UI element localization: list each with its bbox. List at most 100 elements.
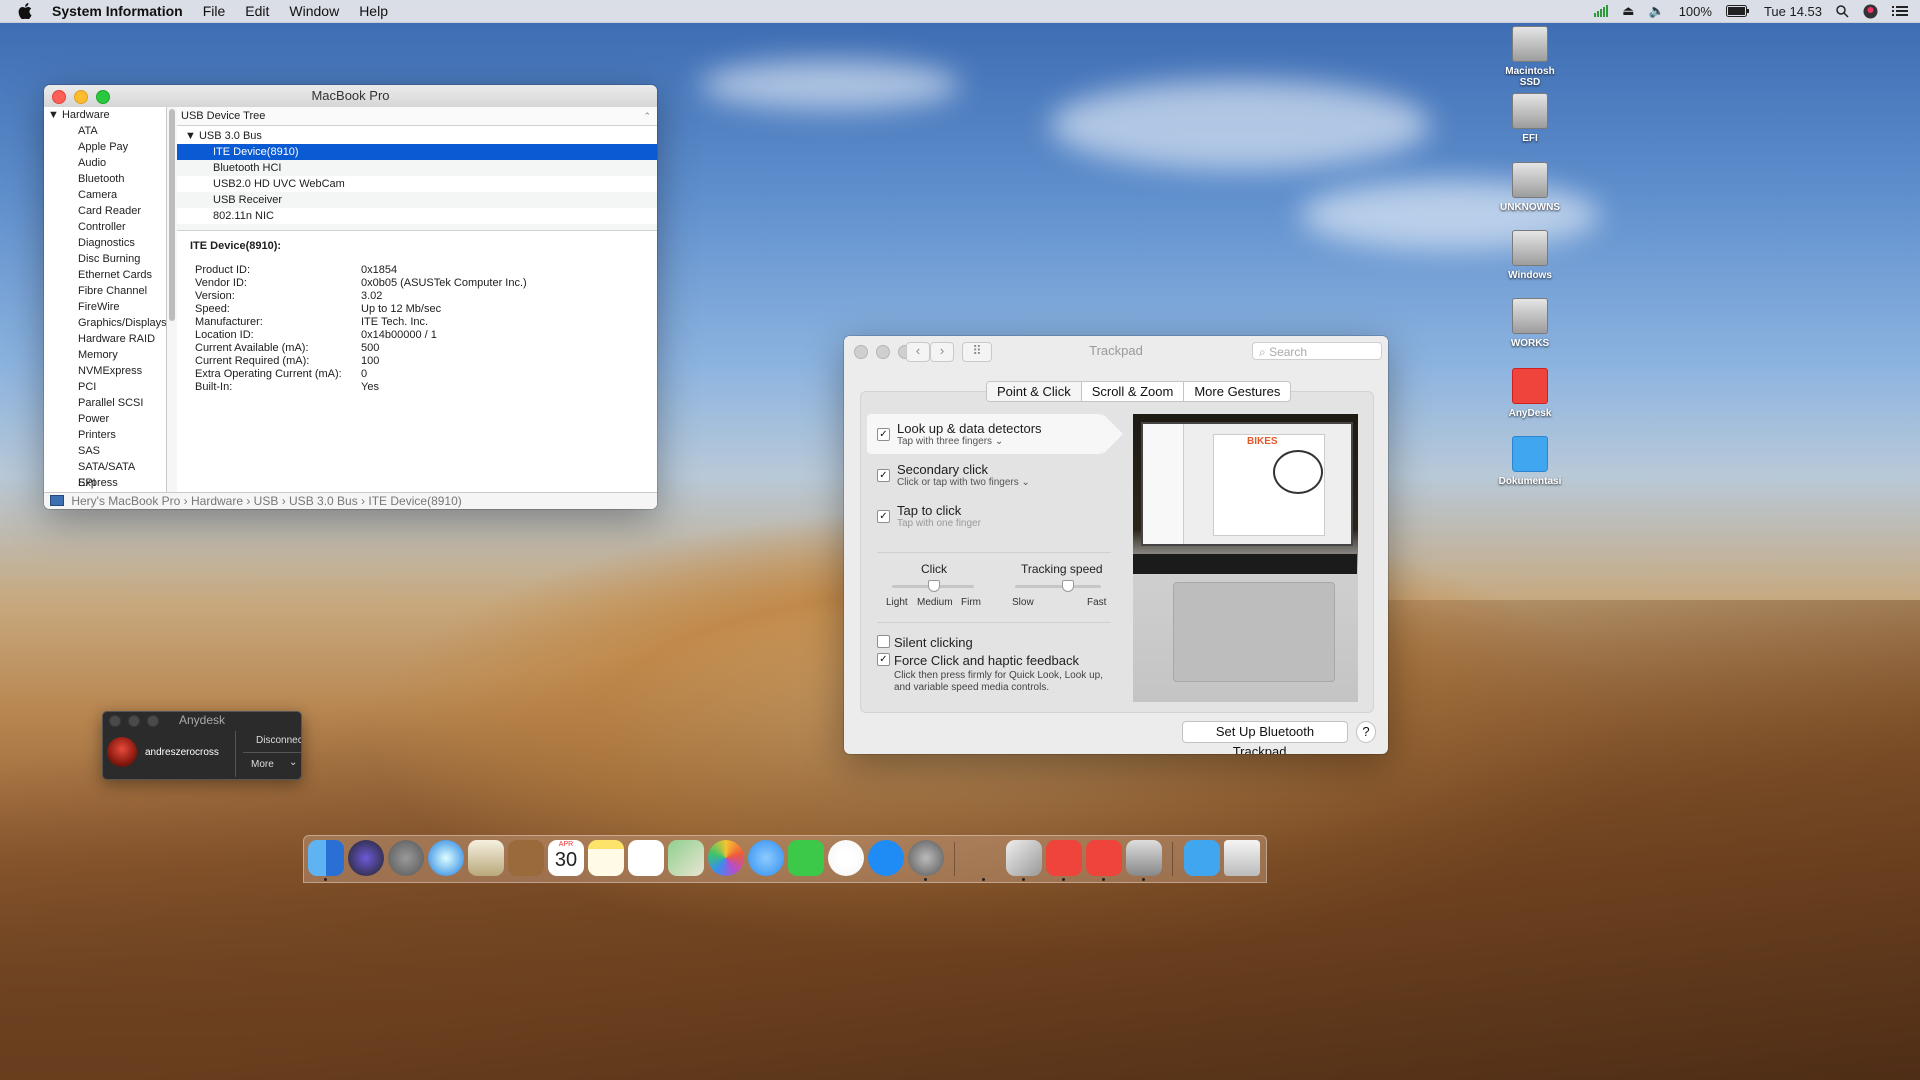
volume-icon[interactable]: 🔈 (1649, 3, 1665, 19)
minimize-icon[interactable] (74, 90, 88, 104)
tab-scroll-zoom[interactable]: Scroll & Zoom (1082, 382, 1185, 401)
help-button[interactable]: ? (1356, 721, 1376, 743)
menu-file[interactable]: File (203, 3, 226, 19)
safari-icon[interactable] (428, 840, 464, 876)
path-text[interactable]: Hery's MacBook Pro › Hardware › USB › US… (71, 494, 461, 508)
signal-icon[interactable] (1594, 5, 1609, 17)
tree-row-device[interactable]: 802.11n NIC (177, 208, 657, 224)
menu-window[interactable]: Window (289, 3, 339, 19)
sidebar-item-diagnostics[interactable]: Diagnostics (44, 235, 166, 251)
sidebar-item-hardware-raid[interactable]: Hardware RAID (44, 331, 166, 347)
sidebar-item-power[interactable]: Power (44, 411, 166, 427)
tracking-speed-track[interactable] (1015, 585, 1101, 588)
siri-icon[interactable] (348, 840, 384, 876)
sidebar-item-firewire[interactable]: FireWire (44, 299, 166, 315)
option-tap-to-click[interactable]: ✓ Tap to click Tap with one finger (867, 496, 1103, 536)
show-all-grid-icon[interactable]: ⠿ (962, 342, 992, 362)
sidebar-item-ata[interactable]: ATA (44, 123, 166, 139)
tab-point-click[interactable]: Point & Click (987, 382, 1082, 401)
sidebar-item-ethernet-cards[interactable]: Ethernet Cards (44, 267, 166, 283)
secondary-click-checkbox[interactable]: ✓ (877, 469, 890, 482)
contacts-icon[interactable] (508, 840, 544, 876)
clover-configurator-icon[interactable] (966, 840, 1002, 876)
sidebar-item-card-reader[interactable]: Card Reader (44, 203, 166, 219)
sidebar-item-nvmexpress[interactable]: NVMExpress (44, 363, 166, 379)
sort-chevron-icon[interactable]: ⌃ (643, 107, 651, 125)
reminders-icon[interactable] (628, 840, 664, 876)
sidebar-item-audio[interactable]: Audio (44, 155, 166, 171)
sidebar-item-printers[interactable]: Printers (44, 427, 166, 443)
trash-icon[interactable] (1224, 840, 1260, 876)
sidebar-item-parallel-scsi[interactable]: Parallel SCSI (44, 395, 166, 411)
mail-icon[interactable] (468, 840, 504, 876)
forward-chevron-icon[interactable]: › (930, 342, 954, 362)
sidebar-item-graphics-displays[interactable]: Graphics/Displays (44, 315, 166, 331)
sidebar-item-pci[interactable]: PCI (44, 379, 166, 395)
finder-icon[interactable] (308, 840, 344, 876)
look-up-checkbox[interactable]: ✓ (877, 428, 890, 441)
desktop-icon-dokumentasi[interactable]: Dokumentasi (1496, 436, 1564, 487)
menu-app-name[interactable]: System Information (52, 3, 183, 19)
tree-row-bus[interactable]: ▼ USB 3.0 Bus (177, 126, 657, 144)
maps-icon[interactable] (668, 840, 704, 876)
spotlight-icon[interactable] (1836, 4, 1849, 18)
sidebar-item-apple-pay[interactable]: Apple Pay (44, 139, 166, 155)
chevron-down-icon[interactable]: ⌄ (289, 757, 297, 768)
notification-center-icon[interactable] (1892, 5, 1908, 17)
force-click-label[interactable]: Force Click and haptic feedback (894, 653, 1079, 668)
menu-clock[interactable]: Tue 14.53 (1764, 4, 1822, 19)
app-store-icon[interactable] (868, 840, 904, 876)
option-subtitle[interactable]: Tap with three fingers ⌄ (897, 436, 1003, 447)
calendar-icon[interactable]: APR 30 (548, 840, 584, 876)
notes-icon[interactable] (588, 840, 624, 876)
eject-icon[interactable]: ⏏ (1622, 3, 1634, 19)
tree-row-device[interactable]: ITE Device(8910) (177, 144, 657, 160)
sidebar-item-fibre-channel[interactable]: Fibre Channel (44, 283, 166, 299)
trackpad-titlebar[interactable]: ‹ › ⠿ Trackpad ⌕ Search (844, 336, 1388, 366)
tree-row-device[interactable]: USB2.0 HD UVC WebCam (177, 176, 657, 192)
minimize-icon[interactable] (128, 715, 140, 727)
desktop-icon-efi[interactable]: EFI (1496, 93, 1564, 144)
music-icon[interactable] (828, 840, 864, 876)
sidebar-item-controller[interactable]: Controller (44, 219, 166, 235)
sysinfo-titlebar[interactable]: MacBook Pro (44, 85, 657, 108)
tracking-speed-knob[interactable] (1061, 580, 1074, 592)
sidebar-category-hardware[interactable]: ▼ Hardware (44, 107, 166, 123)
tree-header[interactable]: USB Device Tree ⌃ (177, 107, 657, 126)
tree-row-device[interactable]: Bluetooth HCI (177, 160, 657, 176)
zoom-icon[interactable] (147, 715, 159, 727)
sidebar-item-disc-burning[interactable]: Disc Burning (44, 251, 166, 267)
minimize-icon[interactable] (876, 345, 890, 359)
anydesk-icon[interactable] (1086, 840, 1122, 876)
silent-clicking-checkbox[interactable] (877, 635, 890, 648)
desktop-icon-anydesk[interactable]: AnyDesk (1496, 368, 1564, 419)
option-subtitle[interactable]: Click or tap with two fingers ⌄ (897, 477, 1030, 488)
anydesk-icon[interactable] (1046, 840, 1082, 876)
system-preferences-icon[interactable] (908, 840, 944, 876)
menu-edit[interactable]: Edit (245, 3, 269, 19)
silent-clicking-label[interactable]: Silent clicking (894, 635, 973, 650)
setup-bluetooth-trackpad-button[interactable]: Set Up Bluetooth Trackpad... (1182, 721, 1348, 754)
more-button[interactable]: More (251, 759, 274, 770)
desktop-icon-windows[interactable]: Windows (1496, 230, 1564, 281)
sidebar-item-sata-sata-express[interactable]: SATA/SATA Express (44, 459, 166, 489)
option-look-up[interactable]: ✓ Look up & data detectors Tap with thre… (867, 414, 1123, 454)
downloads-folder-icon[interactable] (1184, 840, 1220, 876)
battery-percent[interactable]: 100% (1679, 4, 1712, 19)
close-icon[interactable] (854, 345, 868, 359)
messages-icon[interactable] (748, 840, 784, 876)
menu-help[interactable]: Help (359, 3, 388, 19)
usb-utility-icon[interactable] (1126, 840, 1162, 876)
desktop-icon-works[interactable]: WORKS (1496, 298, 1564, 349)
close-icon[interactable] (52, 90, 66, 104)
sidebar-item-camera[interactable]: Camera (44, 187, 166, 203)
sidebar-item-memory[interactable]: Memory (44, 347, 166, 363)
anydesk-titlebar[interactable]: Anydesk (103, 712, 301, 729)
photos-icon[interactable] (708, 840, 744, 876)
zoom-icon[interactable] (96, 90, 110, 104)
force-click-checkbox[interactable]: ✓ (877, 653, 890, 666)
sidebar-item-sas[interactable]: SAS (44, 443, 166, 459)
apple-icon[interactable] (18, 3, 32, 19)
click-slider-knob[interactable] (928, 580, 940, 592)
battery-icon[interactable] (1725, 5, 1750, 17)
